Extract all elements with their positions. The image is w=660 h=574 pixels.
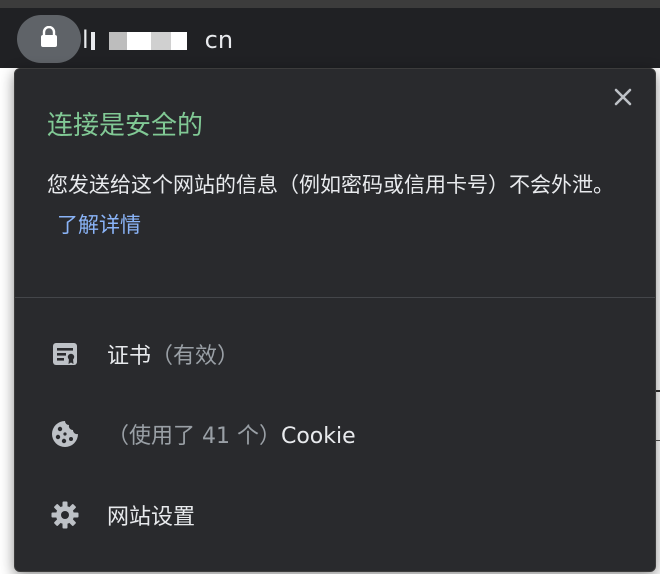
address-bar: l cn	[0, 8, 660, 68]
site-settings-row[interactable]: 网站设置	[15, 483, 655, 547]
cookies-text: Cookie	[280, 424, 356, 449]
close-icon	[614, 88, 632, 110]
close-button[interactable]	[609, 85, 637, 113]
redacted-block	[108, 32, 127, 50]
site-settings-label: 网站设置	[107, 505, 196, 530]
url-text[interactable]: l cn	[82, 22, 233, 58]
url-prefix: l	[82, 26, 89, 54]
certificate-row[interactable]: 证书（有效）	[15, 322, 655, 386]
certificate-status: （有效）	[151, 344, 240, 369]
cookies-count: （使用了 41 个）	[107, 424, 281, 449]
connection-secure-title: 连接是安全的	[47, 111, 204, 141]
redacted-block	[170, 32, 187, 50]
redacted-block	[150, 32, 171, 50]
window-top-strip	[0, 0, 660, 8]
security-description: 您发送给这个网站的信息（例如密码或信用卡号）不会外泄。了解详情	[47, 165, 637, 245]
learn-more-link[interactable]: 了解详情	[57, 213, 141, 237]
cookie-icon	[49, 418, 81, 450]
cookies-row[interactable]: （使用了 41 个）Cookie	[15, 402, 655, 466]
lock-icon	[40, 25, 58, 52]
gear-icon	[49, 499, 81, 531]
redacted-block	[90, 32, 95, 50]
cookies-label: （使用了 41 个）Cookie	[107, 418, 356, 450]
certificate-text: 证书	[107, 344, 152, 369]
divider	[15, 297, 655, 298]
redacted-block	[126, 32, 151, 50]
site-info-button[interactable]	[17, 15, 81, 63]
certificate-icon	[49, 338, 81, 370]
description-text: 您发送给这个网站的信息（例如密码或信用卡号）不会外泄。	[47, 173, 614, 197]
url-tail: cn	[204, 26, 234, 54]
site-info-popup: 连接是安全的 您发送给这个网站的信息（例如密码或信用卡号）不会外泄。了解详情 证…	[14, 68, 656, 572]
certificate-label: 证书（有效）	[107, 338, 239, 370]
